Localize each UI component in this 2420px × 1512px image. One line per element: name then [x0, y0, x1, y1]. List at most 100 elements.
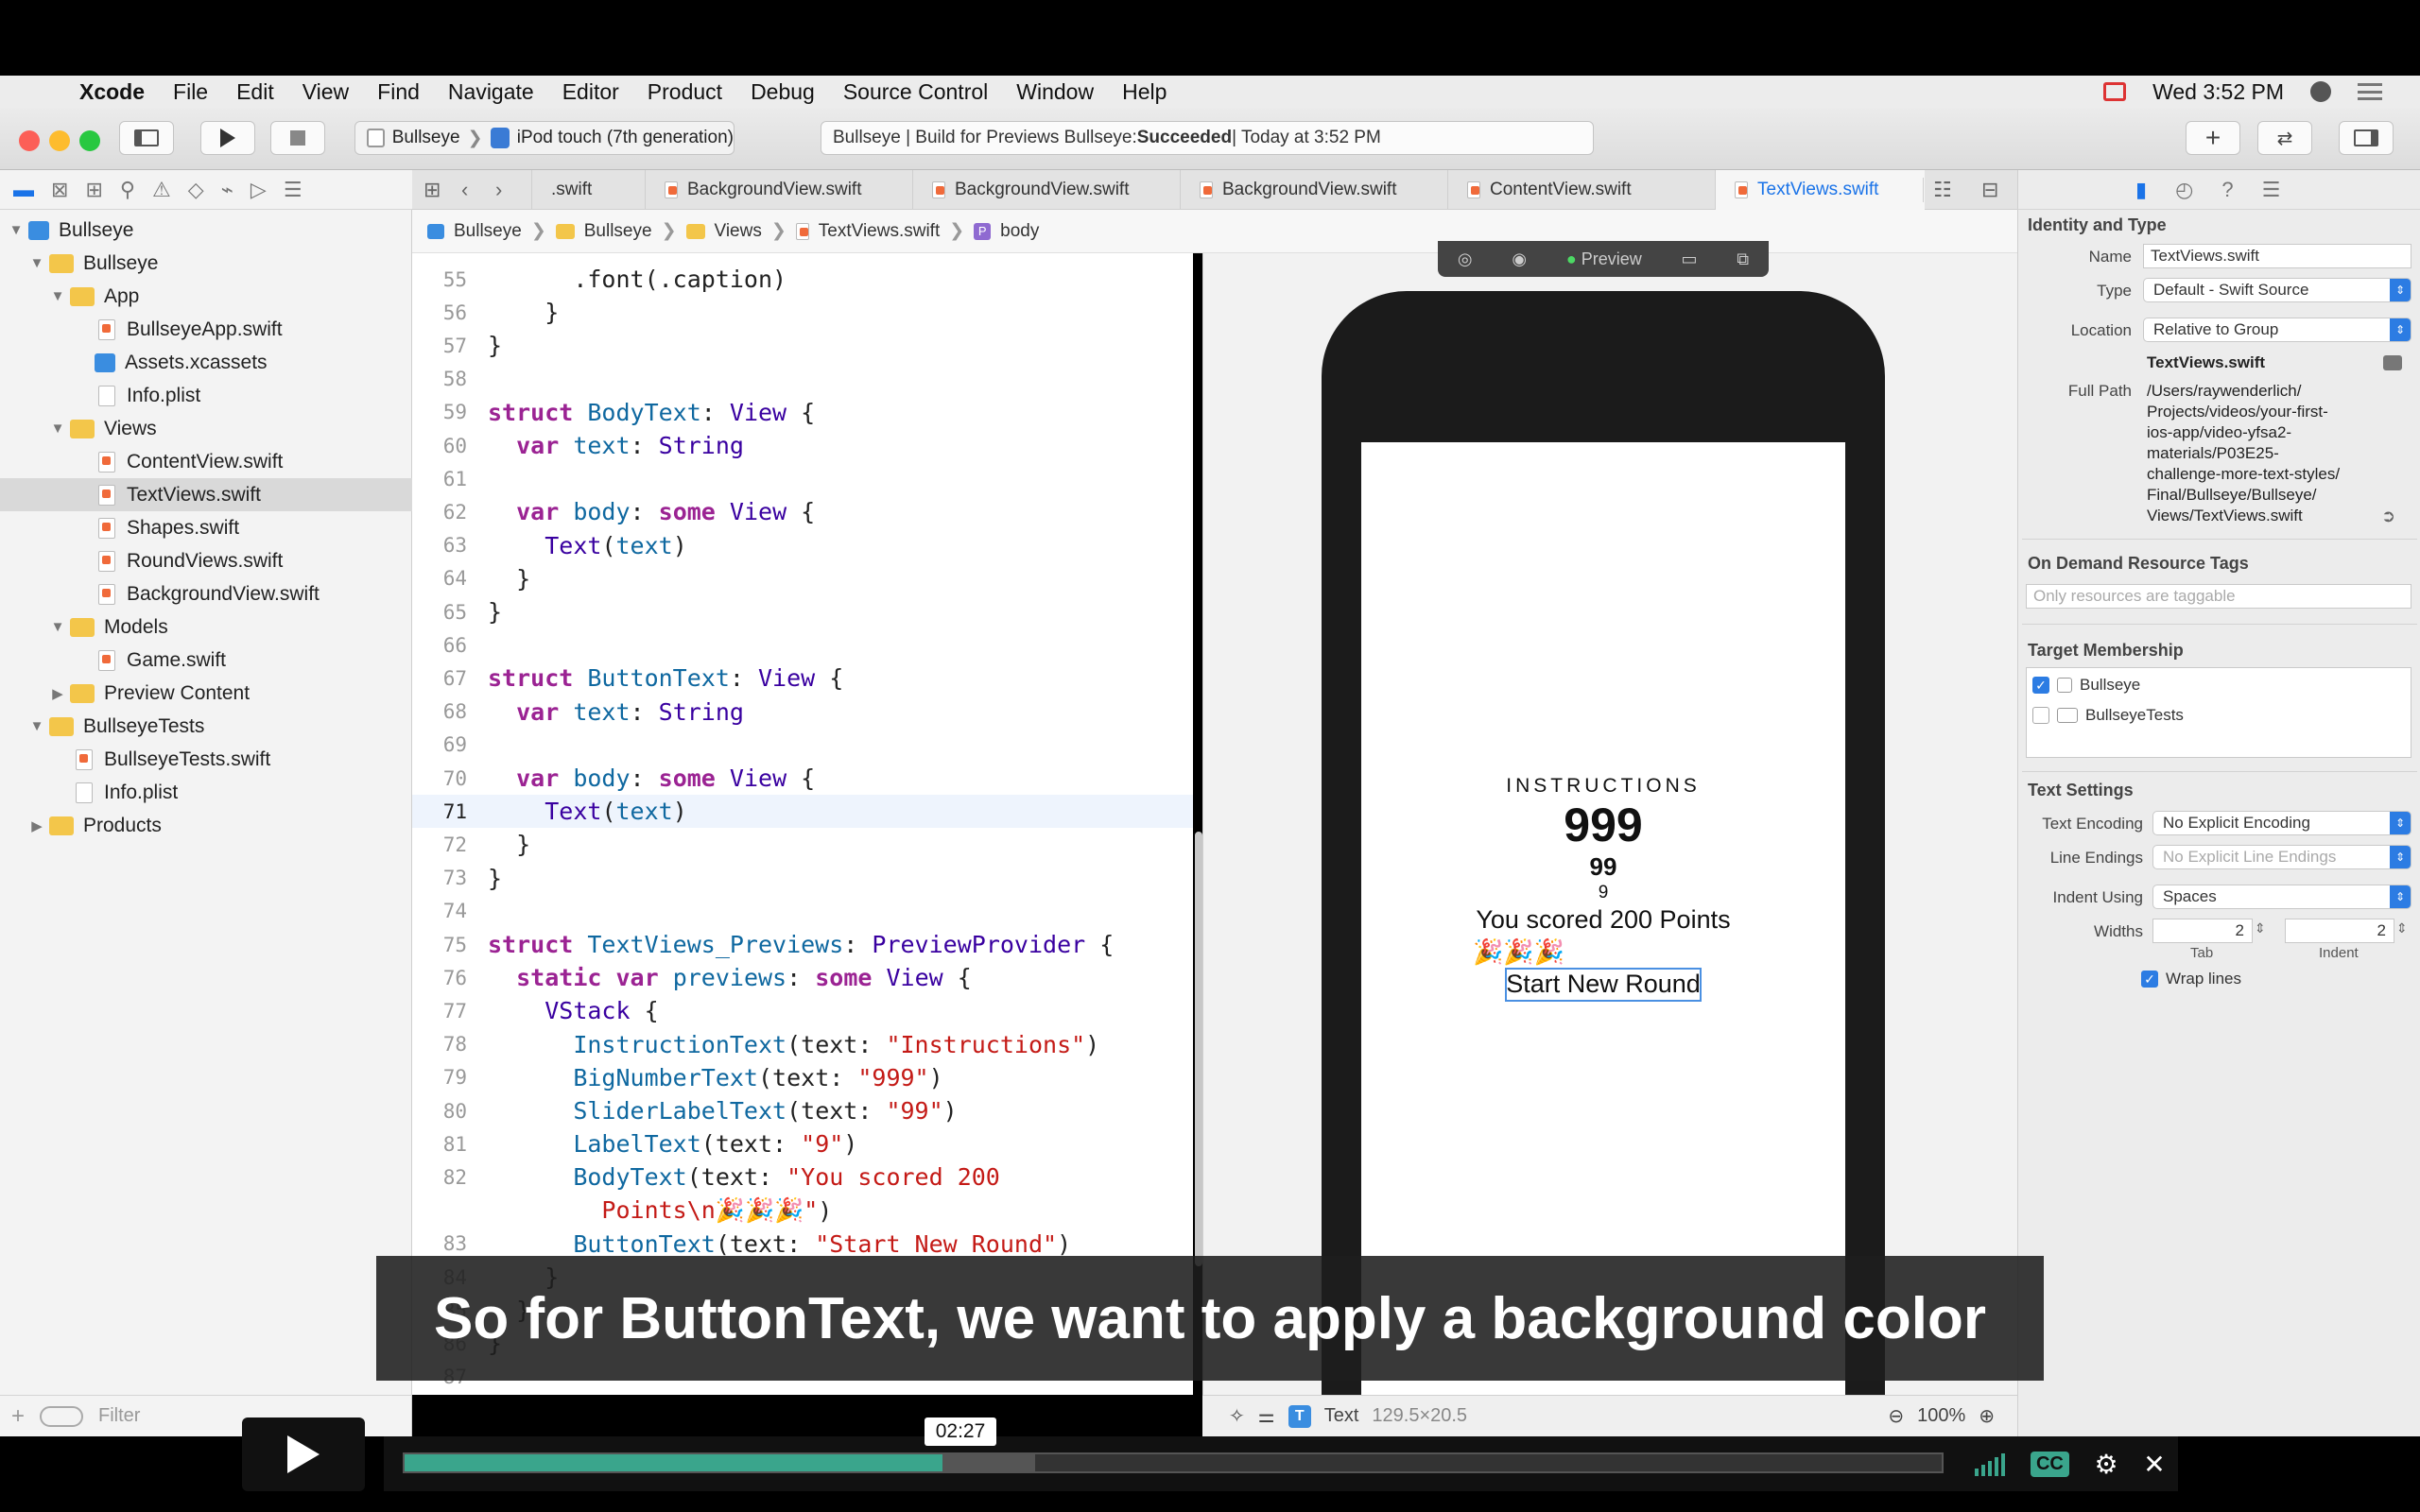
tree-item-shapes-swift[interactable]: Shapes.swift	[0, 511, 412, 544]
breadcrumb-symbol[interactable]: body	[1000, 221, 1039, 242]
disclosure-closed-icon[interactable]: ▶	[28, 817, 45, 834]
source-editor[interactable]: 55 .font(.caption) 56 } 57} 58 59 struct Body…	[412, 253, 1193, 1395]
project-navigator-icon[interactable]: ▬	[13, 178, 34, 202]
preview-mode-label[interactable]: ● Preview	[1566, 249, 1642, 269]
debug-navigator-icon[interactable]: ⌁	[221, 178, 233, 202]
menu-edit[interactable]: Edit	[236, 79, 274, 105]
line-endings-select[interactable]: No Explicit Line Endings ⇕	[2152, 845, 2411, 869]
disclosure-open-icon[interactable]: ▼	[49, 421, 66, 437]
tree-item-game-swift[interactable]: Game.swift	[0, 644, 412, 677]
zoom-level[interactable]: 100%	[1917, 1405, 1965, 1427]
arrow-circle-icon[interactable]: ➲	[2381, 507, 2395, 526]
tab-backgroundview-1[interactable]: BackgroundView.swift	[645, 170, 912, 210]
breakpoint-navigator-icon[interactable]: ▷	[251, 178, 267, 202]
filter-options-icon[interactable]	[40, 1405, 84, 1427]
tab-partial-swift[interactable]: .swift	[531, 170, 645, 210]
menu-navigate[interactable]: Navigate	[448, 79, 534, 105]
disclosure-open-icon[interactable]: ▼	[28, 255, 45, 271]
menu-source-control[interactable]: Source Control	[843, 79, 988, 105]
code-line[interactable]: 70 var body: some View {	[412, 762, 1193, 795]
code-line[interactable]: 80 SliderLabelText (text: "99")	[412, 1094, 1193, 1127]
navigator-filter-input[interactable]: Filter	[98, 1405, 140, 1427]
breadcrumb-project[interactable]: Bullseye	[454, 221, 522, 242]
add-file-icon[interactable]: +	[11, 1403, 25, 1430]
debug-preview-icon[interactable]: ◉	[1512, 249, 1527, 269]
find-navigator-icon[interactable]: ⚲	[120, 178, 135, 202]
tab-width-stepper-icon[interactable]: ⇕	[2255, 920, 2266, 936]
code-line[interactable]: 77 VStack {	[412, 994, 1193, 1027]
toggle-inspector-button[interactable]	[2339, 121, 2394, 155]
indent-width-stepper-icon[interactable]: ⇕	[2396, 920, 2408, 936]
code-line[interactable]: 82 BodyText (text: "You scored 200	[412, 1160, 1193, 1194]
code-line[interactable]: Points\n🎉🎉🎉")	[412, 1194, 1193, 1228]
closed-captions-button[interactable]: CC	[2030, 1451, 2069, 1477]
tab-backgroundview-3[interactable]: BackgroundView.swift	[1180, 170, 1447, 210]
wrap-lines-checkbox[interactable]: ✓	[2141, 971, 2158, 988]
menu-window[interactable]: Window	[1016, 79, 1094, 105]
tree-item-backgroundview-swift[interactable]: BackgroundView.swift	[0, 577, 412, 610]
code-line[interactable]: 78 InstructionText (text: "Instructions")	[412, 1028, 1193, 1061]
menu-find[interactable]: Find	[377, 79, 420, 105]
code-line[interactable]: 75 struct TextViews_Previews: PreviewProv…	[412, 928, 1193, 961]
tree-item-info-plist[interactable]: Info.plist	[0, 379, 412, 412]
tree-item-bullseyetests-swift[interactable]: BullseyeTests.swift	[0, 743, 412, 776]
tree-item-preview-content[interactable]: ▶ Preview Content	[0, 677, 412, 710]
library-button[interactable]: +	[2186, 121, 2240, 155]
tree-item-contentview-swift[interactable]: ContentView.swift	[0, 445, 412, 478]
type-select[interactable]: Default - Swift Source ⇕	[2143, 278, 2411, 302]
code-line[interactable]: 69	[412, 729, 1193, 762]
close-window-icon[interactable]	[19, 130, 40, 151]
run-button[interactable]	[200, 121, 255, 155]
menu-help[interactable]: Help	[1122, 79, 1167, 105]
code-line[interactable]: 58	[412, 363, 1193, 396]
disclosure-closed-icon[interactable]: ▶	[49, 685, 66, 702]
menu-editor[interactable]: Editor	[562, 79, 619, 105]
menu-view[interactable]: View	[302, 79, 349, 105]
code-line[interactable]: 79 BigNumberText (text: "999")	[412, 1061, 1193, 1094]
video-played-bar[interactable]	[405, 1454, 943, 1471]
indent-width-field[interactable]: 2	[2285, 919, 2394, 943]
disclosure-open-icon[interactable]: ▼	[8, 222, 25, 238]
report-navigator-icon[interactable]: ☰	[284, 178, 302, 202]
stop-button[interactable]	[270, 121, 325, 155]
tab-textviews[interactable]: TextViews.swift	[1715, 170, 1925, 210]
code-line[interactable]: 64 }	[412, 562, 1193, 595]
breadcrumb-group[interactable]: Bullseye	[584, 221, 652, 242]
tree-item-bullseyeapp-swift[interactable]: BullseyeApp.swift	[0, 313, 412, 346]
duplicate-preview-icon[interactable]: ⧉	[1737, 249, 1749, 269]
code-line[interactable]: 61	[412, 462, 1193, 495]
tree-item-roundviews-swift[interactable]: RoundViews.swift	[0, 544, 412, 577]
tab-backgroundview-2[interactable]: BackgroundView.swift	[912, 170, 1180, 210]
menubar-clock[interactable]: Wed 3:52 PM	[2152, 79, 2284, 105]
code-line[interactable]: 59 struct BodyText: View {	[412, 396, 1193, 429]
disclosure-open-icon[interactable]: ▼	[49, 288, 66, 304]
code-line[interactable]: 76 static var previews: some View {	[412, 961, 1193, 994]
code-line[interactable]: 71 Text(text)	[412, 795, 1193, 829]
code-line[interactable]: 55 .font(.caption)	[412, 263, 1193, 296]
breadcrumb-views[interactable]: Views	[715, 221, 762, 242]
disclosure-open-icon[interactable]: ▼	[49, 619, 66, 635]
code-line[interactable]: 66	[412, 628, 1193, 662]
reveal-in-finder-icon[interactable]	[2383, 355, 2402, 370]
volume-icon[interactable]	[1975, 1452, 2006, 1476]
code-line[interactable]: 57}	[412, 329, 1193, 362]
encoding-select[interactable]: No Explicit Encoding ⇕	[2152, 811, 2411, 835]
modifiers-icon[interactable]: ⚌	[1258, 1404, 1275, 1428]
zoom-window-icon[interactable]	[79, 130, 100, 151]
menu-debug[interactable]: Debug	[751, 79, 815, 105]
code-line[interactable]: 62 var body: some View {	[412, 495, 1193, 528]
forward-arrow-icon[interactable]: ›	[495, 178, 502, 202]
quick-help-icon[interactable]: ?	[2221, 178, 2233, 202]
breadcrumb-file[interactable]: TextViews.swift	[819, 221, 940, 242]
tree-item-views-group[interactable]: ▼ Views	[0, 412, 412, 445]
tree-item-bullseyetests-group[interactable]: ▼ BullseyeTests	[0, 710, 412, 743]
pin-icon[interactable]: ✧	[1229, 1404, 1245, 1428]
code-line[interactable]: 63 Text(text)	[412, 529, 1193, 562]
code-line[interactable]: 65}	[412, 595, 1193, 628]
menu-product[interactable]: Product	[648, 79, 722, 105]
tree-item-tests-info-plist[interactable]: Info.plist	[0, 776, 412, 809]
target-checkbox[interactable]	[2032, 707, 2049, 724]
tab-width-field[interactable]: 2	[2152, 919, 2253, 943]
notification-center-icon[interactable]	[2358, 83, 2382, 100]
tree-item-assets[interactable]: Assets.xcassets	[0, 346, 412, 379]
